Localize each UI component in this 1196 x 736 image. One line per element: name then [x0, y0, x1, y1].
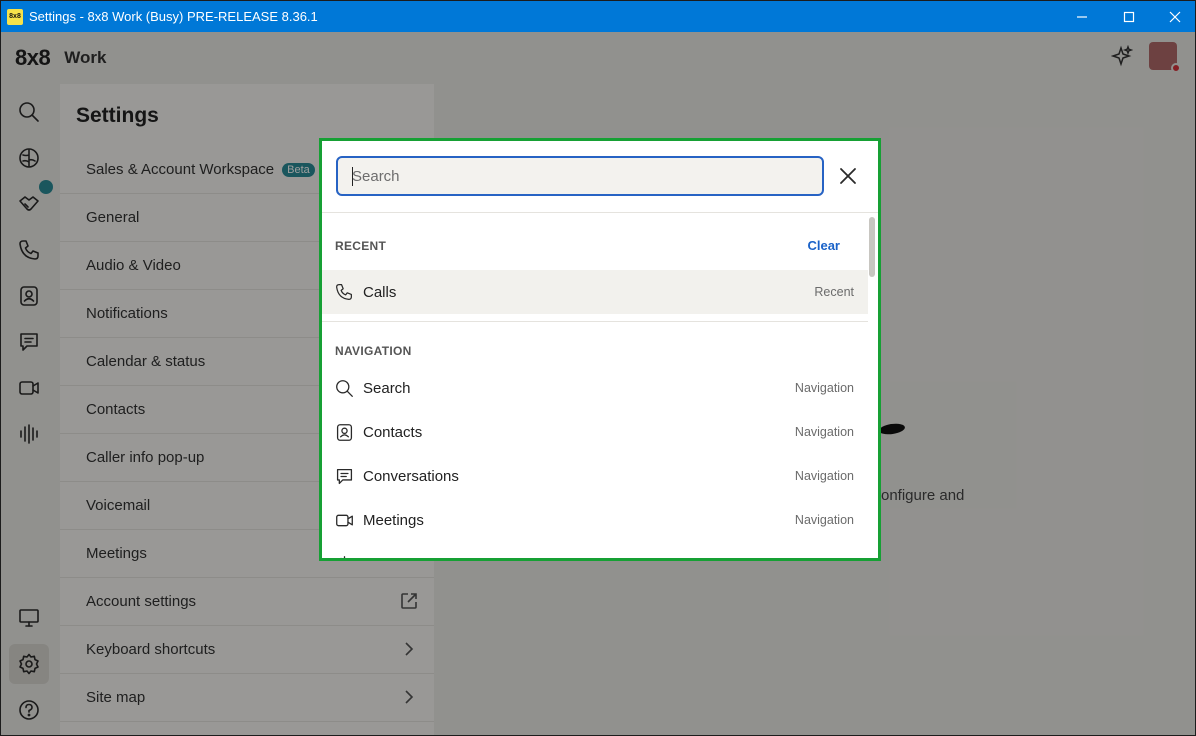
search-input[interactable] — [338, 158, 822, 194]
video-icon — [335, 514, 353, 526]
result-item-conversations[interactable]: Conversations Navigation — [322, 454, 868, 498]
result-label: Contacts — [363, 423, 423, 441]
result-item-meetings[interactable]: Meetings Navigation — [322, 498, 868, 542]
text-caret — [352, 167, 353, 186]
navigation-heading: NAVIGATION — [335, 344, 412, 358]
close-icon — [840, 168, 856, 184]
app-logo-icon: 8x8 — [7, 8, 23, 25]
window-title: Settings - 8x8 Work (Busy) PRE-RELEASE 8… — [29, 9, 318, 24]
close-icon — [1169, 11, 1181, 22]
app-window: 8x8 Settings - 8x8 Work (Busy) PRE-RELEA… — [0, 0, 1196, 736]
result-item-search[interactable]: Search Navigation — [322, 366, 868, 410]
result-item-partial[interactable] — [322, 542, 868, 558]
title-bar: 8x8 Settings - 8x8 Work (Busy) PRE-RELEA… — [1, 1, 1195, 32]
window-close-button[interactable] — [1152, 1, 1195, 32]
result-label: Conversations — [363, 467, 459, 485]
result-kind: Recent — [814, 285, 854, 299]
waveform-icon — [339, 555, 345, 558]
divider — [322, 321, 868, 322]
result-kind: Navigation — [794, 381, 854, 395]
result-label: Calls — [363, 283, 397, 301]
result-kind: Navigation — [794, 425, 854, 439]
minimize-button[interactable] — [1059, 1, 1105, 32]
search-results: RECENT Clear Calls Recent NAVIGATION Sea… — [322, 213, 868, 558]
search-icon — [335, 379, 353, 397]
result-item-calls[interactable]: Calls Recent — [322, 270, 868, 314]
clear-recent-button[interactable]: Clear — [807, 238, 840, 253]
result-kind: Navigation — [794, 469, 854, 483]
search-box — [336, 156, 824, 196]
close-dialog-button[interactable] — [836, 164, 860, 188]
results-scrollbar[interactable] — [869, 217, 875, 277]
minimize-icon — [1077, 15, 1087, 18]
maximize-icon — [1123, 11, 1135, 22]
recent-heading: RECENT — [335, 239, 387, 253]
contacts-icon — [336, 423, 352, 441]
maximize-button[interactable] — [1106, 1, 1152, 32]
result-label: Search — [363, 379, 411, 397]
result-item-contacts[interactable]: Contacts Navigation — [322, 410, 868, 454]
result-kind: Navigation — [794, 513, 854, 527]
chat-icon — [336, 468, 352, 484]
result-label: Meetings — [363, 511, 424, 529]
phone-icon — [336, 284, 352, 300]
search-dialog: RECENT Clear Calls Recent NAVIGATION Sea… — [319, 138, 881, 561]
